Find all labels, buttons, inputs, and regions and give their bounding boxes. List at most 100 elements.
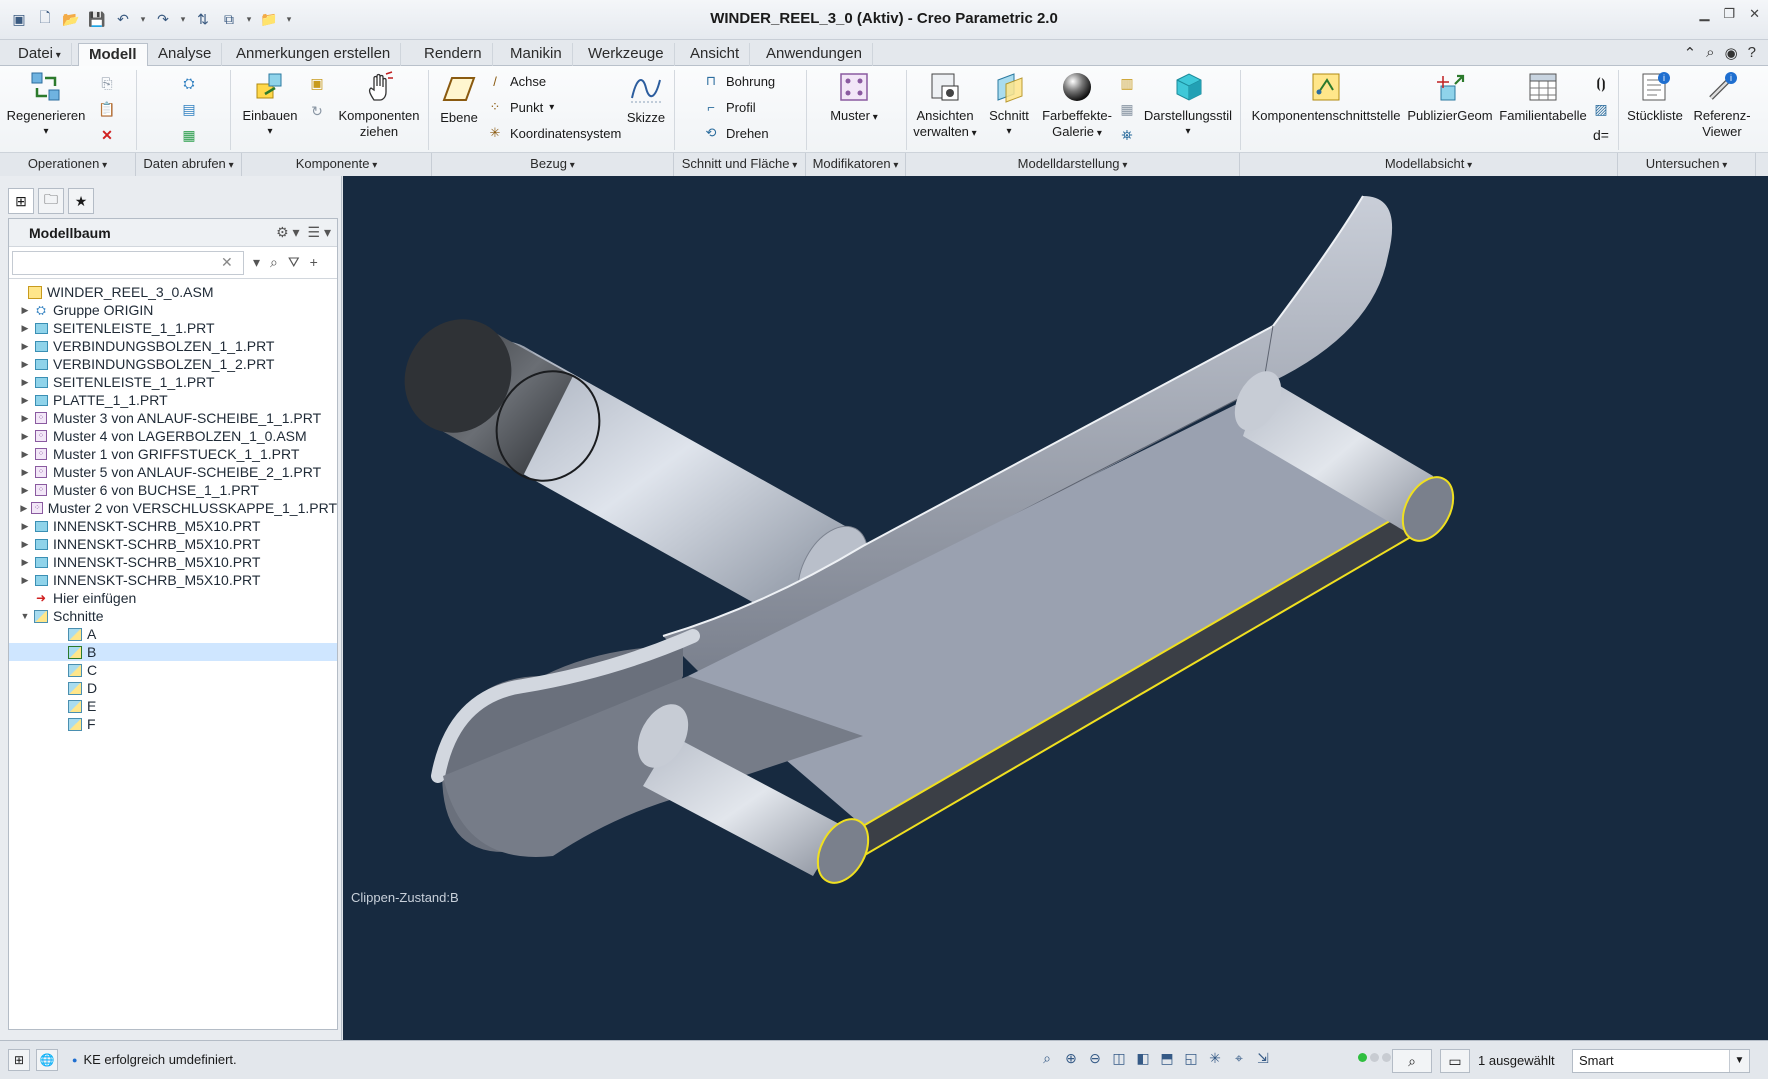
tree-item[interactable]: B [9,643,337,661]
model-3d-view[interactable] [343,176,1768,1040]
tree-item[interactable]: ▶ ⛭ Gruppe ORIGIN [9,301,337,319]
expand-icon[interactable]: ▶ [19,535,31,553]
drag-components-button[interactable]: Komponenten ziehen [336,70,422,140]
group-untersuchen[interactable]: Untersuchen [1618,153,1756,176]
group-schnitt-und-flaeche[interactable]: Schnitt und Fläche [674,153,806,176]
display-style-button[interactable]: Darstellungsstil ▾ [1140,70,1236,140]
reference-viewer-button[interactable]: i Referenz- Viewer [1690,70,1754,140]
profile-button[interactable]: ⌐ Profil [702,96,755,118]
perspective-icon[interactable]: ▦ [1116,98,1138,120]
expand-icon[interactable]: ▶ [19,355,31,373]
tree-item[interactable]: ▶ ⁘ Muster 4 von LAGERBOLZEN_1_0.ASM [9,427,337,445]
tree-item[interactable]: ▶ ⁘ Muster 3 von ANLAUF-SCHEIBE_1_1.PRT [9,409,337,427]
toggle-navigator-icon[interactable]: ⊞ [8,1049,30,1071]
refit-icon[interactable]: ⌕ [1038,1050,1056,1067]
search-dropdown-icon[interactable]: ▾ [253,254,260,271]
selection-filter-select[interactable]: Smart ▼ [1572,1049,1750,1073]
tree-item[interactable]: ▶ INNENSKT-SCHRB_M5X10.PRT [9,535,337,553]
group-operationen[interactable]: Operationen [0,153,136,176]
group-modellabsicht[interactable]: Modellabsicht [1240,153,1618,176]
tree-item[interactable]: ▶ ⁘ Muster 6 von BUCHSE_1_1.PRT [9,481,337,499]
tree-item[interactable]: E [9,697,337,715]
expand-icon[interactable]: ▶ [19,319,31,337]
bom-button[interactable]: i Stückliste [1622,70,1688,124]
close-icon[interactable]: ✕ [1749,6,1760,22]
tab-ansicht[interactable]: Ansicht [680,43,751,66]
clear-search-icon[interactable]: ✕ [221,254,233,271]
community-icon[interactable]: ◉ [1725,44,1738,62]
point-button[interactable]: ⁘ Punkt ▾ [486,96,555,118]
tree-item[interactable]: F [9,715,337,733]
family-table-button[interactable]: Familientabelle [1496,70,1590,124]
folder-browser-tab-icon[interactable]: 🗀 [38,188,64,214]
sketch-button[interactable]: Skizze [620,72,672,126]
publish-geom-button[interactable]: PublizierGeom [1406,70,1494,124]
tree-item[interactable]: ▶ INNENSKT-SCHRB_M5X10.PRT [9,517,337,535]
expand-icon[interactable]: ▶ [19,391,31,409]
model-tree-tab-icon[interactable]: ⊞ [8,188,34,214]
hole-button[interactable]: ⊓ Bohrung [702,70,775,92]
tree-item[interactable]: ▶ ⁘ Muster 2 von VERSCHLUSSKAPPE_1_1.PRT [9,499,337,517]
regenerate-button[interactable]: Regenerieren ▾ [7,70,85,140]
copy-geometry-icon[interactable]: ▦ [178,124,200,146]
tree-item[interactable]: ▶ SEITENLEISTE_1_1.PRT [9,373,337,391]
saved-orientations-icon[interactable]: ⬒ [1158,1050,1176,1067]
restore-icon[interactable]: ❐ [1723,6,1735,22]
display-style-small-icon[interactable]: ⛯ [1116,124,1138,146]
tree-settings-icon[interactable]: ⚙ ▾ [276,224,299,241]
expand-icon[interactable]: ▶ [19,481,31,499]
parameters-icon[interactable]: ▨ [1590,98,1612,120]
expand-icon[interactable]: ▶ [19,337,31,355]
tab-analyse[interactable]: Analyse [148,43,223,66]
chevron-down-icon[interactable]: ▼ [1729,1050,1749,1072]
group-modifikatoren[interactable]: Modifikatoren [806,153,906,176]
graphics-viewport[interactable]: Clippen-Zustand:B [343,176,1768,1040]
manage-views-button[interactable]: Ansichten verwalten [910,70,980,142]
tab-modell[interactable]: Modell [78,43,148,67]
expand-icon[interactable]: ▶ [19,463,31,481]
user-defined-feature-icon[interactable]: ▤ [178,98,200,120]
tree-item[interactable]: ▶ INNENSKT-SCHRB_M5X10.PRT [9,553,337,571]
add-column-icon[interactable]: + [310,254,318,271]
tree-item[interactable]: ▼ Schnitte [9,607,337,625]
view-manager-icon[interactable]: ◱ [1182,1050,1200,1067]
tree-item[interactable]: ▶ ⁘ Muster 5 von ANLAUF-SCHEIBE_2_1.PRT [9,463,337,481]
group-daten-abrufen[interactable]: Daten abrufen [136,153,242,176]
paste-icon[interactable]: 📋 [96,98,118,120]
tree-item[interactable]: A [9,625,337,643]
repeat-icon[interactable]: ↻ [306,100,328,122]
expand-icon[interactable]: ▶ [19,427,31,445]
tab-datei[interactable]: Datei ▾ [8,43,72,66]
revolve-button[interactable]: ⟲ Drehen [702,122,769,144]
collapse-icon[interactable]: ▼ [19,607,31,625]
minimize-icon[interactable]: ▁ [1699,6,1709,22]
tab-anwendungen[interactable]: Anwendungen [756,43,873,66]
create-component-icon[interactable]: ▣ [306,72,328,94]
tree-item[interactable]: D [9,679,337,697]
tree-item[interactable]: ▶ INNENSKT-SCHRB_M5X10.PRT [9,571,337,589]
tree-item[interactable]: ▶ VERBINDUNGSBOLZEN_1_2.PRT [9,355,337,373]
tree-item[interactable]: ▶ PLATTE_1_1.PRT [9,391,337,409]
tree-item[interactable]: ▶ VERBINDUNGSBOLZEN_1_1.PRT [9,337,337,355]
find-button[interactable]: ⌕ [1392,1049,1432,1073]
expand-icon[interactable]: ▶ [19,553,31,571]
assemble-button[interactable]: Einbauen ▾ [240,70,300,140]
expand-icon[interactable]: ▶ [19,517,31,535]
tree-item[interactable]: ➜ Hier einfügen [9,589,337,607]
tab-anmerkungen[interactable]: Anmerkungen erstellen [226,43,402,66]
model-tree-search-input[interactable] [12,251,244,275]
favorites-tab-icon[interactable]: ★ [68,188,94,214]
appearance-gallery-button[interactable]: Farbeffekte- Galerie [1038,70,1116,142]
tree-item[interactable]: ▶ ⁘ Muster 1 von GRIFFSTUECK_1_1.PRT [9,445,337,463]
zoom-in-icon[interactable]: ⊕ [1062,1050,1080,1067]
annotation-display-icon[interactable]: ⇲ [1254,1050,1272,1067]
copy-icon[interactable]: ⎘ [96,72,118,94]
delete-icon[interactable]: ✕ [96,124,118,146]
group-modelldarstellung[interactable]: Modelldarstellung [906,153,1240,176]
repaint-icon[interactable]: ◫ [1110,1050,1128,1067]
expand-icon[interactable]: ▶ [19,571,31,589]
toggle-browser-icon[interactable]: 🌐 [36,1049,58,1071]
zoom-out-icon[interactable]: ⊖ [1086,1050,1104,1067]
d-equals-icon[interactable]: d= [1590,124,1612,146]
expand-icon[interactable]: ▶ [19,373,31,391]
